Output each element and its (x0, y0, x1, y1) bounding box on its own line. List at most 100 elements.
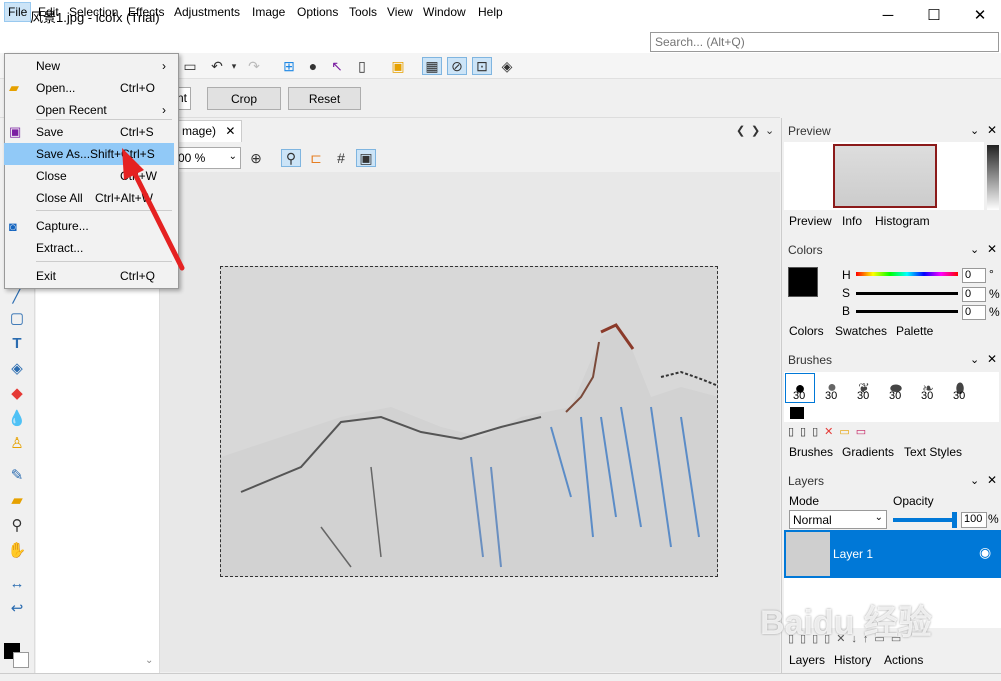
tab-swatches[interactable]: Swatches (835, 324, 887, 338)
menu-file[interactable]: File (4, 2, 31, 22)
colors-collapse-icon[interactable]: ⌄ (970, 243, 979, 256)
flip-tool-icon[interactable]: ↔ (6, 572, 28, 594)
layers-close-icon[interactable]: ✕ (987, 473, 997, 487)
reset-button[interactable]: Reset (288, 87, 361, 110)
fill-tool-icon[interactable]: ◈ (6, 357, 28, 379)
minimize-button[interactable]: ─ (865, 0, 911, 30)
zoom-tool-icon[interactable]: ⚲ (6, 514, 28, 536)
opacity-slider[interactable] (893, 518, 955, 522)
undo-dropdown-icon[interactable]: ▾ (229, 57, 239, 75)
brushes-collapse-icon[interactable]: ⌄ (970, 353, 979, 366)
preview-viewport[interactable] (833, 144, 937, 208)
maximize-button[interactable]: ☐ (911, 0, 957, 30)
layer-thumbnail (786, 532, 830, 576)
scroll-down-icon[interactable]: ⌄ (145, 655, 153, 666)
windows-icon[interactable]: ⊞ (279, 57, 299, 75)
menu-adjustments[interactable]: Adjustments (171, 3, 243, 21)
colors-panel-title: Colors (788, 243, 823, 257)
rectangle-tool-icon[interactable]: ▢ (6, 307, 28, 329)
folder-icon[interactable]: ▣ (388, 57, 408, 75)
opacity-input[interactable]: 100 (961, 512, 987, 528)
menu-tools[interactable]: Tools (346, 3, 380, 21)
colors-close-icon[interactable]: ✕ (987, 242, 997, 256)
tab-history[interactable]: History (834, 653, 871, 667)
cursor-icon[interactable]: ↖ (327, 57, 347, 75)
menu-view[interactable]: View (384, 3, 416, 21)
tab-colors[interactable]: Colors (789, 324, 824, 338)
background-color-swatch[interactable] (13, 652, 29, 668)
blur-tool-icon[interactable]: 💧 (6, 407, 28, 429)
layers-collapse-icon[interactable]: ⌄ (970, 474, 979, 487)
document-tab-close-icon[interactable]: ✕ (225, 124, 235, 138)
crop-button[interactable]: Crop (207, 87, 281, 110)
tab-brushes[interactable]: Brushes (789, 445, 833, 459)
menu-options[interactable]: Options (294, 3, 341, 21)
tab-list-icon[interactable]: ⌄ (765, 124, 774, 137)
document-image[interactable] (220, 266, 718, 577)
preview-close-icon[interactable]: ✕ (987, 123, 997, 137)
brush-square[interactable] (790, 407, 804, 419)
mask-icon[interactable]: ⊘ (447, 57, 467, 75)
rulers-icon[interactable]: ⊏ (306, 149, 326, 167)
document-tab[interactable]: mage) ✕ (175, 120, 243, 142)
saturation-input[interactable]: 0 (962, 287, 986, 302)
dodge-tool-icon[interactable]: ♙ (6, 432, 28, 454)
close-button[interactable]: ✕ (957, 0, 1001, 30)
saturation-slider[interactable] (856, 292, 958, 295)
rotate-tool-icon[interactable]: ↩ (6, 597, 28, 619)
tab-prev-icon[interactable]: ❮ (736, 124, 745, 137)
grid-icon[interactable]: # (331, 149, 351, 167)
device-icon[interactable]: ▯ (352, 57, 372, 75)
eraser-tool-icon[interactable]: ◆ (6, 382, 28, 404)
layer-name[interactable]: Layer 1 (833, 547, 873, 561)
hue-slider[interactable] (856, 272, 958, 276)
menu-window[interactable]: Window (420, 3, 469, 21)
primary-color-swatch[interactable] (788, 267, 818, 297)
menu-help[interactable]: Help (475, 3, 506, 21)
blend-mode-select[interactable]: Normal ⌄ (789, 510, 887, 529)
hue-input[interactable]: 0 (962, 268, 986, 283)
opacity-slider-thumb[interactable] (952, 512, 957, 528)
text-tool-icon[interactable]: T (6, 332, 28, 354)
eyedropper-tool-icon[interactable]: ✎ (6, 464, 28, 486)
brightness-slider[interactable] (856, 310, 958, 313)
brush-size-4: 30 (889, 390, 902, 402)
tab-gradients[interactable]: Gradients (842, 445, 894, 459)
menu-item-open[interactable]: ▰ Open... Ctrl+O (4, 77, 174, 99)
tab-histogram[interactable]: Histogram (875, 214, 930, 228)
tab-palette[interactable]: Palette (896, 324, 933, 338)
menu-item-label: Save As... (36, 147, 91, 161)
zoom-fit-icon[interactable]: ⚲ (281, 149, 301, 167)
hand-tool-icon[interactable]: ✋ (6, 539, 28, 561)
menu-item-new[interactable]: New › (4, 55, 174, 77)
menu-effects[interactable]: Effects (125, 3, 167, 21)
frame-icon[interactable]: ▣ (356, 149, 376, 167)
search-input[interactable] (650, 32, 999, 52)
ruler-tool-icon[interactable]: ▰ (6, 489, 28, 511)
zoom-in-icon[interactable]: ⊕ (246, 149, 266, 167)
brightness-input[interactable]: 0 (962, 305, 986, 320)
checker-icon[interactable]: ▦ (422, 57, 442, 75)
menu-edit[interactable]: Edit (35, 3, 62, 21)
brushes-close-icon[interactable]: ✕ (987, 352, 997, 366)
grid-select-icon[interactable]: ⊡ (472, 57, 492, 75)
tab-preview[interactable]: Preview (789, 214, 832, 228)
menu-item-open-recent[interactable]: Open Recent › (4, 99, 174, 121)
undo-icon[interactable]: ↶ (207, 57, 227, 75)
brush-actions-icons[interactable]: ▯▯▯✕▭▭ (788, 425, 872, 438)
menu-image[interactable]: Image (249, 3, 288, 21)
layers-toggle-icon[interactable]: ◈ (497, 57, 517, 75)
menu-separator (36, 119, 172, 120)
tab-info[interactable]: Info (842, 214, 862, 228)
tab-text-styles[interactable]: Text Styles (904, 445, 962, 459)
preview-collapse-icon[interactable]: ⌄ (970, 124, 979, 137)
menu-selection[interactable]: Selection (66, 3, 121, 21)
tab-actions[interactable]: Actions (884, 653, 923, 667)
submenu-arrow-icon: › (162, 103, 166, 117)
eye-icon[interactable]: ◉ (979, 544, 991, 561)
tab-layers[interactable]: Layers (789, 653, 825, 667)
paste-icon[interactable]: ▭ (180, 57, 200, 75)
apple-icon[interactable]: ● (303, 57, 323, 75)
redo-icon[interactable]: ↷ (244, 57, 264, 75)
tab-next-icon[interactable]: ❯ (751, 124, 760, 137)
